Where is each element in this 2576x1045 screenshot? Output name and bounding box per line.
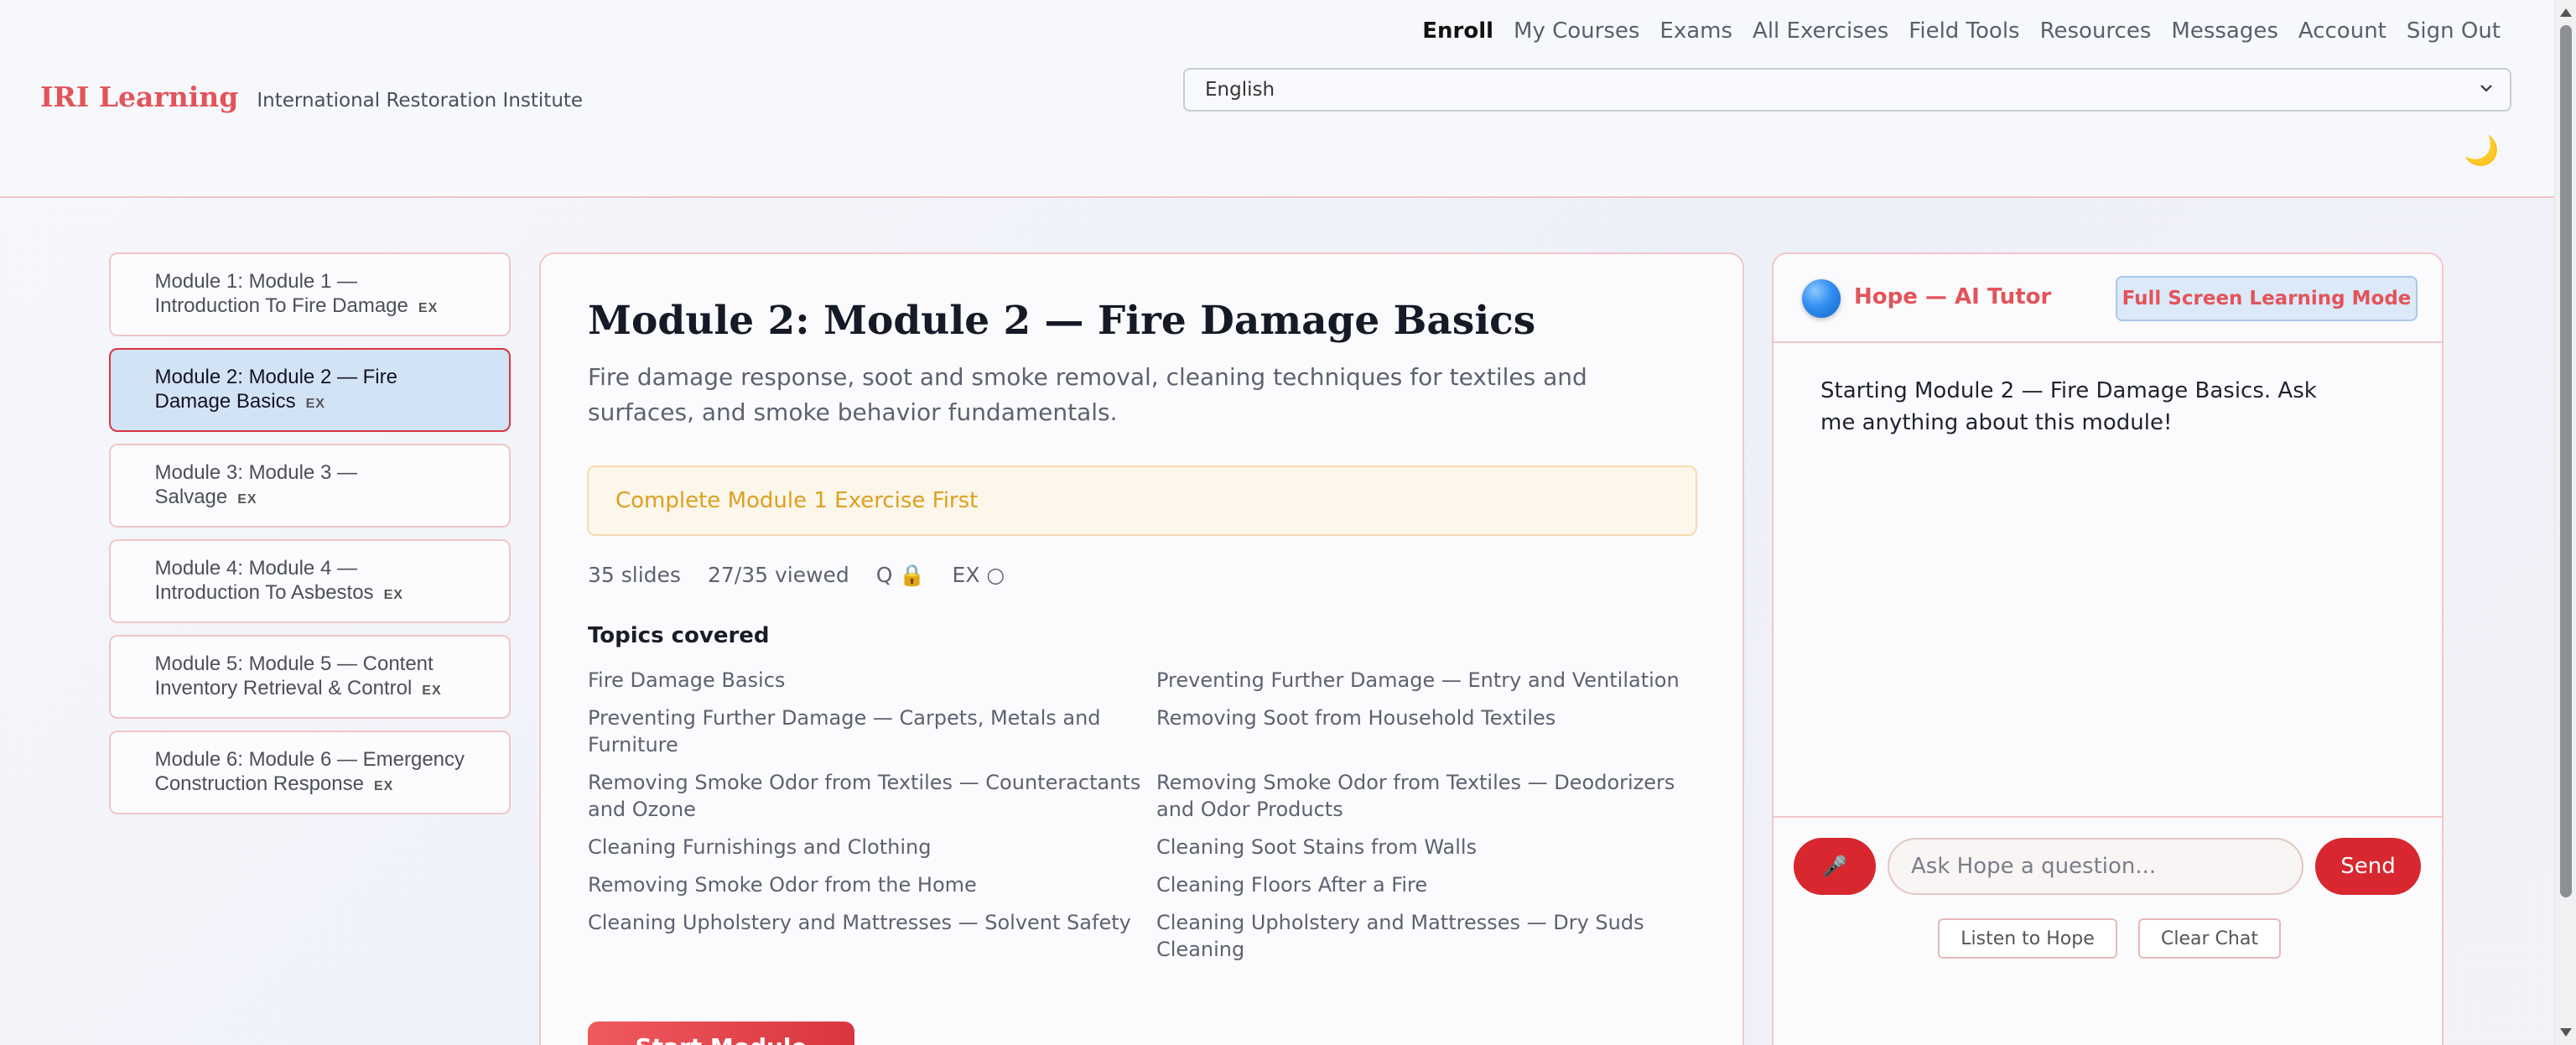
language-select[interactable]: English: [1183, 68, 2511, 112]
module-item-6[interactable]: Module 6: Module 6 — Emergency Construct…: [109, 730, 511, 814]
topic-item: Preventing Further Damage — Entry and Ve…: [1156, 668, 1680, 692]
brand-logo[interactable]: IRI Learning: [40, 81, 238, 113]
module-title: Module 2: Module 2 — Fire Damage Basics: [588, 298, 1536, 344]
module-label: Module 5: Module 5 — Content Inventory R…: [154, 652, 434, 699]
module-label: Module 2: Module 2 — Fire Damage Basics: [154, 365, 397, 413]
language-value: English: [1205, 79, 1275, 101]
topic-item: Removing Soot from Household Textiles: [1156, 706, 1556, 730]
module-label: Module 1: Module 1 — Introduction To Fir…: [154, 269, 408, 317]
module-item-1[interactable]: Module 1: Module 1 — Introduction To Fir…: [109, 252, 511, 336]
topic-item: Removing Smoke Odor from the Home: [588, 873, 977, 897]
brand-subtitle: International Restoration Institute: [257, 90, 584, 112]
nav-my-courses[interactable]: My Courses: [1514, 18, 1639, 44]
module-item-2[interactable]: Module 2: Module 2 — Fire Damage Basics E…: [109, 348, 511, 432]
exercise-badge: EX: [418, 300, 439, 315]
topic-item: Cleaning Floors After a Fire: [1156, 873, 1428, 897]
nav-sign-out[interactable]: Sign Out: [2407, 18, 2501, 44]
nav-enroll[interactable]: Enroll: [1422, 18, 1493, 44]
exercise-badge: EX: [383, 587, 403, 602]
chevron-down-icon: [2478, 80, 2495, 101]
topics-heading: Topics covered: [588, 623, 770, 648]
scroll-up-arrow-icon[interactable]: [2560, 8, 2572, 17]
exercise-badge: EX: [305, 396, 325, 411]
tutor-avatar-orb-icon: [1802, 279, 1841, 318]
module-item-5[interactable]: Module 5: Module 5 — Content Inventory R…: [109, 635, 511, 719]
start-module-button[interactable]: Start Module: [588, 1022, 854, 1045]
tutor-header: Hope — AI Tutor Full Screen Learning Mod…: [1774, 254, 2442, 343]
nav-resources[interactable]: Resources: [2040, 18, 2152, 44]
module-item-4[interactable]: Module 4: Module 4 — Introduction To Asb…: [109, 539, 511, 623]
microphone-icon: 🎤: [1822, 855, 1847, 878]
top-nav: Enroll My Courses Exams All Exercises Fi…: [1422, 18, 2501, 44]
topic-item: Preventing Further Damage — Carpets, Met…: [588, 706, 1101, 756]
brand: IRI Learning International Restoration I…: [40, 81, 583, 113]
nav-account[interactable]: Account: [2298, 18, 2386, 44]
quiz-status: Q 🔒: [875, 563, 926, 587]
module-label: Module 6: Module 6 — Emergency Construct…: [154, 747, 465, 795]
scroll-down-arrow-icon[interactable]: [2560, 1028, 2572, 1037]
topic-item: Removing Smoke Odor from Textiles — Coun…: [588, 771, 1141, 821]
nav-exams[interactable]: Exams: [1659, 18, 1732, 44]
page-scrollbar[interactable]: [2554, 0, 2576, 1045]
module-detail-panel: Module 2: Module 2 — Fire Damage Basics …: [539, 252, 1744, 1045]
nav-field-tools[interactable]: Field Tools: [1909, 18, 2019, 44]
topic-item: Cleaning Upholstery and Mattresses — Sol…: [588, 911, 1131, 934]
microphone-button[interactable]: 🎤: [1794, 838, 1876, 895]
exercise-badge: EX: [422, 683, 442, 698]
module-item-3[interactable]: Module 3: Module 3 — Salvage EX: [109, 444, 511, 528]
exercise-badge: EX: [373, 778, 394, 793]
exercise-status: EX ○: [952, 563, 1005, 587]
scrollbar-thumb[interactable]: [2560, 25, 2572, 897]
ai-tutor-panel: Hope — AI Tutor Full Screen Learning Mod…: [1772, 252, 2444, 1045]
topic-item: Cleaning Upholstery and Mattresses — Dry…: [1156, 911, 1644, 961]
module-list: Module 1: Module 1 — Introduction To Fir…: [109, 252, 511, 826]
listen-to-hope-button[interactable]: Listen to Hope: [1938, 918, 2117, 959]
slide-count: 35 slides: [588, 563, 681, 587]
send-button[interactable]: Send: [2315, 838, 2421, 895]
tutor-input-area: 🎤 Send Listen to Hope Clear Chat: [1774, 816, 2442, 1045]
tutor-name: Hope — AI Tutor: [1854, 284, 2052, 309]
viewed-count: 27/35 viewed: [707, 563, 849, 587]
clear-chat-button[interactable]: Clear Chat: [2138, 918, 2281, 959]
module-description: Fire damage response, soot and smoke rem…: [588, 363, 1587, 426]
prerequisite-notice: Complete Module 1 Exercise First: [587, 465, 1697, 536]
module-label: Module 4: Module 4 — Introduction To Asb…: [154, 556, 374, 604]
exercise-badge: EX: [237, 491, 257, 507]
topic-item: Fire Damage Basics: [588, 668, 786, 692]
topics-list: Fire Damage Basics Preventing Further Da…: [588, 667, 1695, 963]
topic-item: Removing Smoke Odor from Textiles — Deod…: [1156, 771, 1675, 821]
nav-all-exercises[interactable]: All Exercises: [1753, 18, 1888, 44]
topic-item: Cleaning Furnishings and Clothing: [588, 835, 932, 859]
ask-hope-input[interactable]: [1888, 838, 2303, 895]
dark-mode-toggle-icon[interactable]: 🌙: [2464, 134, 2499, 168]
tutor-message: Starting Module 2 — Fire Damage Basics. …: [1820, 378, 2317, 435]
module-stats: 35 slides 27/35 viewed Q 🔒 EX ○: [588, 563, 1005, 588]
site-header: IRI Learning International Restoration I…: [0, 0, 2554, 198]
topic-item: Cleaning Soot Stains from Walls: [1156, 835, 1478, 859]
nav-messages[interactable]: Messages: [2171, 18, 2278, 44]
fullscreen-learning-button[interactable]: Full Screen Learning Mode: [2116, 276, 2418, 321]
